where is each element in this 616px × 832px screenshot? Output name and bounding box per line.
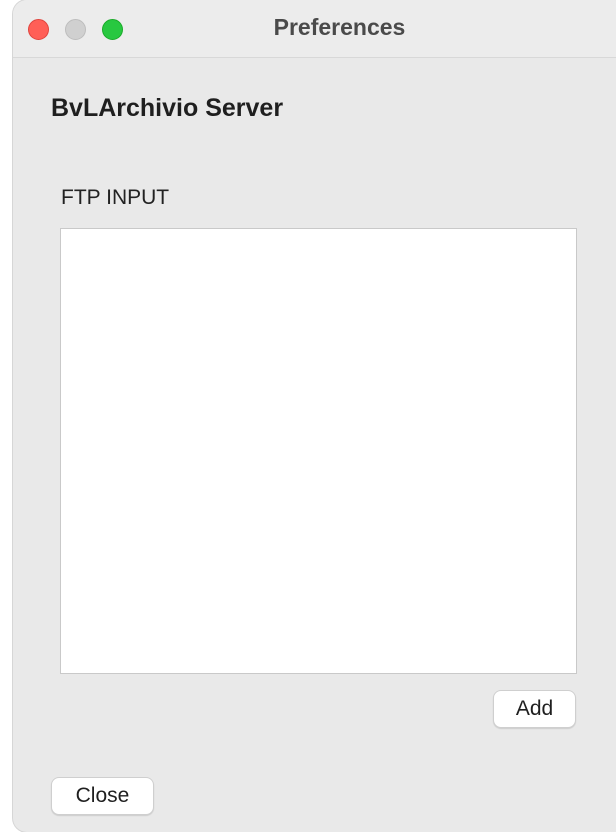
section-title: BvLArchivio Server	[51, 94, 284, 122]
ftp-input-label: FTP INPUT	[61, 186, 170, 209]
title-bar[interactable]: Preferences	[13, 0, 616, 58]
close-button[interactable]: Close	[51, 777, 154, 815]
ftp-input-list[interactable]	[60, 228, 577, 674]
preferences-window: Preferences BvLArchivio Server FTP INPUT…	[13, 0, 616, 832]
add-button[interactable]: Add	[493, 690, 576, 728]
window-title: Preferences	[273, 14, 406, 40]
